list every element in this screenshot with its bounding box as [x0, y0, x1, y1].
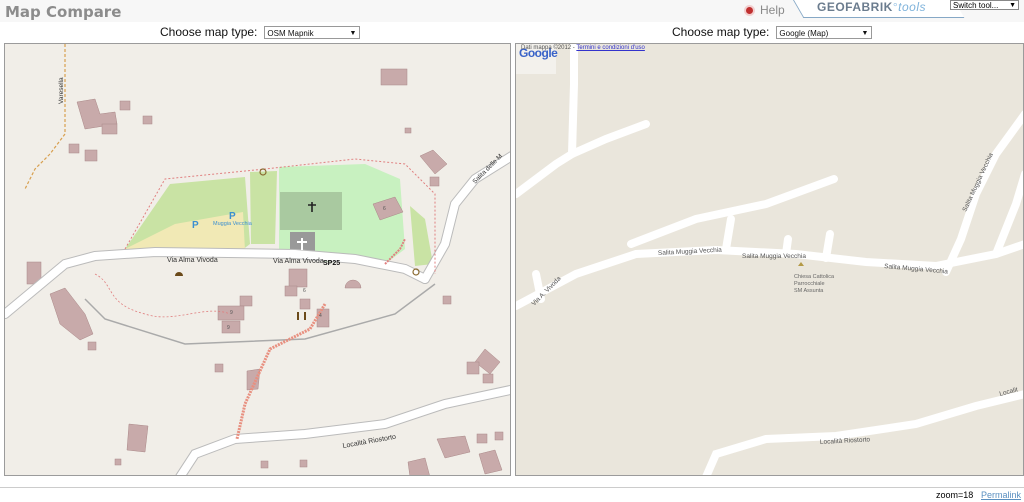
lifebuoy-icon: [744, 4, 755, 16]
osm-map-canvas[interactable]: Via Alma Vivoda Via Alma Vivoda SP25 Sal…: [5, 44, 511, 476]
left-map-type-select[interactable]: OSM Mapnik ▼: [264, 25, 361, 39]
track-label: Varesella: [58, 77, 65, 104]
app-title: Map Compare: [5, 3, 122, 21]
house-number: 6: [303, 288, 306, 294]
chevron-down-icon: ▼: [1009, 2, 1016, 9]
right-choose-label: Choose map type:: [672, 25, 770, 39]
terms-link[interactable]: Termini e condizioni d'uso: [576, 45, 645, 51]
right-map[interactable]: Salita Muggia Vecchia Salita Muggia Vecc…: [515, 43, 1024, 476]
google-map-canvas[interactable]: Salita Muggia Vecchia Salita Muggia Vecc…: [516, 44, 1024, 476]
switch-tool-select[interactable]: Switch tool... ▼: [950, 0, 1019, 10]
chevron-down-icon: ▼: [349, 29, 357, 37]
help-link[interactable]: Help: [744, 3, 785, 17]
left-map[interactable]: Via Alma Vivoda Via Alma Vivoda SP25 Sal…: [4, 43, 511, 476]
road-label: Salita Muggia Vecchia: [742, 253, 806, 260]
poi-label: SM Assunta: [794, 288, 824, 294]
place-label: Muggia Vecchia: [213, 221, 253, 227]
road-label: Via Alma Vivoda: [167, 257, 218, 264]
grass-area: [250, 171, 277, 244]
switch-tool-value: Switch tool...: [953, 1, 999, 10]
left-map-type-value: OSM Mapnik: [267, 28, 314, 38]
parking-label: P: [192, 220, 199, 231]
cemetery: [280, 192, 342, 230]
road-ref-label: SP25: [323, 260, 340, 267]
chevron-down-icon: ▼: [861, 29, 869, 37]
permalink-link[interactable]: Permalink: [981, 490, 1021, 500]
house-number: 6: [383, 206, 386, 212]
left-choose-label: Choose map type:: [160, 25, 258, 39]
zoom-level: zoom=18: [936, 490, 974, 500]
brand-name: GEOFABRIK: [817, 0, 893, 14]
brand-suffix: tools: [898, 0, 927, 14]
brand-logo: GEOFABRIK°tools: [817, 0, 926, 14]
left-map-chooser: Choose map type: OSM Mapnik ▼: [160, 25, 361, 39]
house-number: 9: [230, 310, 233, 316]
house-number: 4: [319, 313, 322, 319]
poi-label: Parrocchiale: [794, 281, 825, 287]
right-map-type-value: Google (Map): [779, 28, 829, 38]
footer: zoom=18 Permalink: [0, 487, 1024, 502]
house-number: 9: [227, 325, 230, 331]
right-map-chooser: Choose map type: Google (Map) ▼: [672, 25, 873, 39]
map-attribution: Dati mappa ©2012 - Termini e condizioni …: [521, 45, 645, 51]
poi-label: Chiesa Cattolica: [794, 274, 835, 280]
attribution-text: Dati mappa ©2012 -: [521, 45, 575, 51]
right-map-type-select[interactable]: Google (Map) ▼: [776, 25, 873, 39]
help-label: Help: [760, 3, 785, 17]
road-label: Via Alma Vivoda: [273, 258, 324, 265]
